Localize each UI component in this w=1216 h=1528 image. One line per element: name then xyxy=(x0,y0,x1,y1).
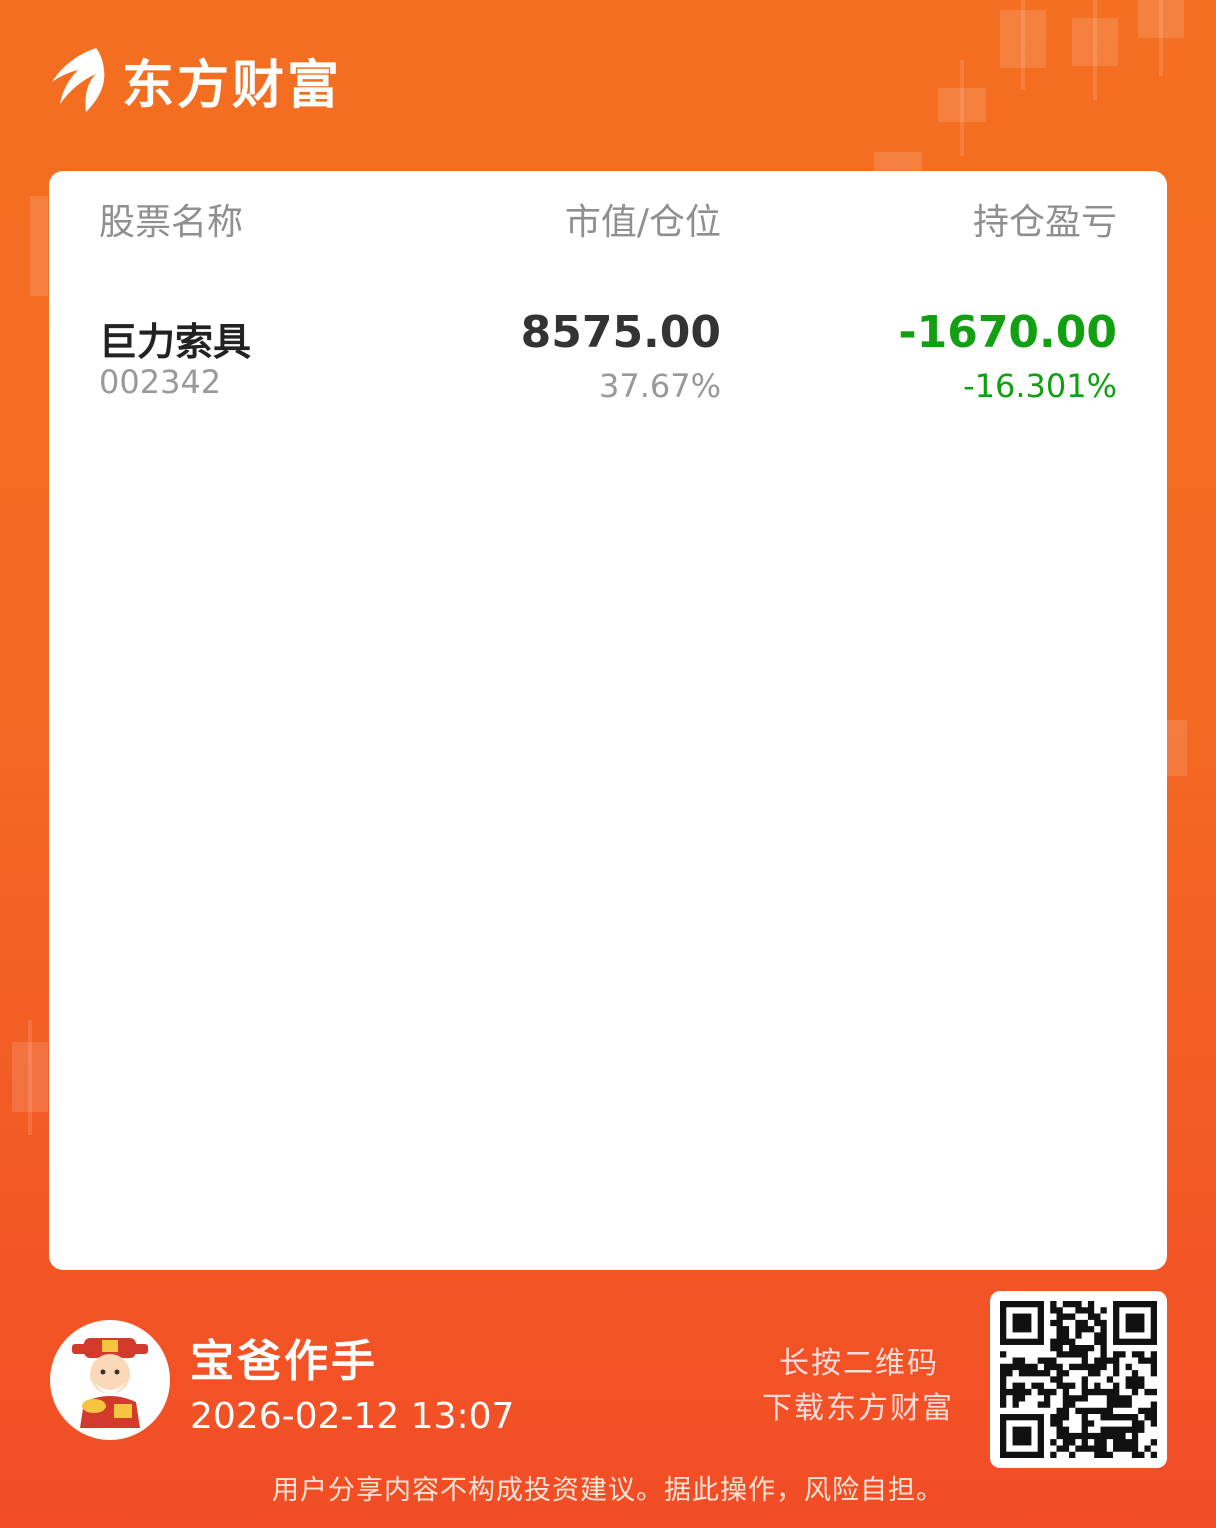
avatar xyxy=(50,1320,170,1440)
qr-code-icon xyxy=(1000,1301,1157,1458)
profit-loss-percent: -16.301% xyxy=(963,367,1117,405)
position-ratio: 37.67% xyxy=(598,367,721,405)
caishen-avatar-icon xyxy=(72,1338,148,1428)
download-hint-line2: 下载东方财富 xyxy=(762,1391,954,1426)
disclaimer: 用户分享内容不构成投资建议。据此操作，风险自担。 xyxy=(272,1475,944,1506)
header-market-value: 市值/仓位 xyxy=(564,202,721,243)
holdings-card: 股票名称 市值/仓位 持仓盈亏 巨力索具 002342 8575.00 37.6… xyxy=(49,171,1167,1270)
header-profit-loss: 持仓盈亏 xyxy=(972,202,1117,243)
user-name: 宝爸作手 xyxy=(190,1336,378,1387)
stock-name: 巨力索具 xyxy=(99,320,252,364)
qr-code[interactable] xyxy=(990,1291,1167,1468)
brand-name: 东方财富 xyxy=(122,55,343,116)
stock-code: 002342 xyxy=(99,363,222,401)
share-datetime: 2026-02-12 13:07 xyxy=(190,1396,515,1437)
header-stock-name: 股票名称 xyxy=(99,202,244,243)
holding-row[interactable]: 巨力索具 002342 8575.00 37.67% -1670.00 -16.… xyxy=(49,301,1167,411)
brand-logo: 东方财富 xyxy=(48,44,342,116)
eastmoney-swoosh-icon xyxy=(52,48,105,112)
download-hint-line1: 长按二维码 xyxy=(779,1346,939,1381)
market-value: 8575.00 xyxy=(520,307,721,358)
profit-loss-amount: -1670.00 xyxy=(898,307,1117,358)
